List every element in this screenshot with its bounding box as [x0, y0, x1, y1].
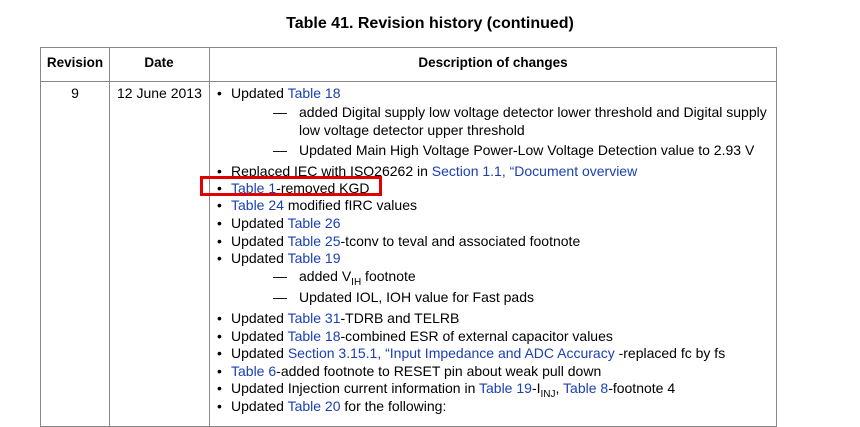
- item-text: Updated: [231, 250, 288, 266]
- revision-value: 9: [71, 85, 79, 101]
- dash-icon: —: [273, 104, 287, 120]
- item-text: added Digital supply low voltage detecto…: [299, 104, 767, 120]
- section-1-1-link[interactable]: Section 1.1, “Document overview: [432, 163, 637, 179]
- table-title: Table 41. Revision history (continued): [286, 15, 574, 32]
- bullet-icon: •: [217, 345, 222, 361]
- item-text: Updated IOL, IOH value for Fast pads: [299, 289, 535, 305]
- header-date: Date: [144, 55, 174, 70]
- header-description: Description of changes: [418, 55, 568, 70]
- bullet-icon: •: [217, 380, 222, 396]
- item-text: Updated: [231, 85, 288, 101]
- item-text: -combined ESR of external capacitor valu…: [340, 328, 613, 344]
- item-text: Updated: [231, 398, 288, 414]
- dash-icon: —: [273, 142, 287, 158]
- bullet-icon: •: [217, 233, 222, 249]
- table-18-link[interactable]: Table 18: [288, 85, 341, 101]
- table-20-link[interactable]: Table 20: [288, 398, 341, 414]
- bullet-icon: •: [217, 215, 222, 231]
- subscript-text: IH: [351, 276, 362, 288]
- item-text: Updated Main High Voltage Power-Low Volt…: [299, 142, 755, 158]
- item-text: ,: [555, 380, 564, 396]
- item-text: added V: [299, 268, 352, 284]
- item-text: Updated: [231, 310, 288, 326]
- table-19-link[interactable]: Table 19: [479, 380, 532, 396]
- subscript-text: INJ: [540, 388, 556, 400]
- bullet-icon: •: [217, 310, 222, 326]
- dash-icon: —: [273, 289, 287, 305]
- table-24-link[interactable]: Table 24: [231, 197, 284, 213]
- bullet-icon: •: [217, 398, 222, 414]
- column-divider: [109, 48, 110, 426]
- item-text: Updated Injection current information in: [231, 380, 479, 396]
- item-text: footnote: [361, 268, 416, 284]
- item-text: Updated: [231, 345, 288, 361]
- item-text: -replaced fc by fs: [614, 345, 726, 361]
- item-text: low voltage detector upper threshold: [299, 122, 525, 138]
- section-3-15-1-link[interactable]: Section 3.15.1, “Input Impedance and ADC…: [288, 345, 615, 361]
- item-text: for the following:: [340, 398, 447, 414]
- item-text: Updated: [231, 328, 288, 344]
- item-text: -TDRB and TELRB: [340, 310, 460, 326]
- table-19-link[interactable]: Table 19: [288, 250, 341, 266]
- highlight-box: [200, 176, 382, 196]
- bullet-icon: •: [217, 197, 222, 213]
- bullet-icon: •: [217, 328, 222, 344]
- table-25-link[interactable]: Table 25: [288, 233, 341, 249]
- revision-table: Revision Date Description of changes 9 1…: [40, 47, 777, 427]
- item-text: -tconv to teval and associated footnote: [340, 233, 581, 249]
- table-31-link[interactable]: Table 31: [288, 310, 341, 326]
- item-text: -added footnote to RESET pin about weak …: [276, 363, 602, 379]
- item-text: -I: [531, 380, 541, 396]
- header-revision: Revision: [46, 55, 104, 70]
- column-divider: [209, 48, 210, 426]
- table-8-link[interactable]: Table 8: [563, 380, 608, 396]
- item-text: modified fIRC values: [283, 197, 417, 213]
- date-value: 12 June 2013: [117, 85, 202, 101]
- item-text: Updated: [231, 215, 288, 231]
- table-26-link[interactable]: Table 26: [288, 215, 341, 231]
- item-text: Updated: [231, 233, 288, 249]
- table-header-row: Revision Date Description of changes: [41, 48, 776, 82]
- bullet-icon: •: [217, 250, 222, 266]
- dash-icon: —: [273, 268, 287, 284]
- table-6-link[interactable]: Table 6: [231, 363, 276, 379]
- item-text: -footnote 4: [608, 380, 676, 396]
- bullet-icon: •: [217, 363, 222, 379]
- bullet-icon: •: [217, 85, 222, 101]
- table-18-link[interactable]: Table 18: [288, 328, 341, 344]
